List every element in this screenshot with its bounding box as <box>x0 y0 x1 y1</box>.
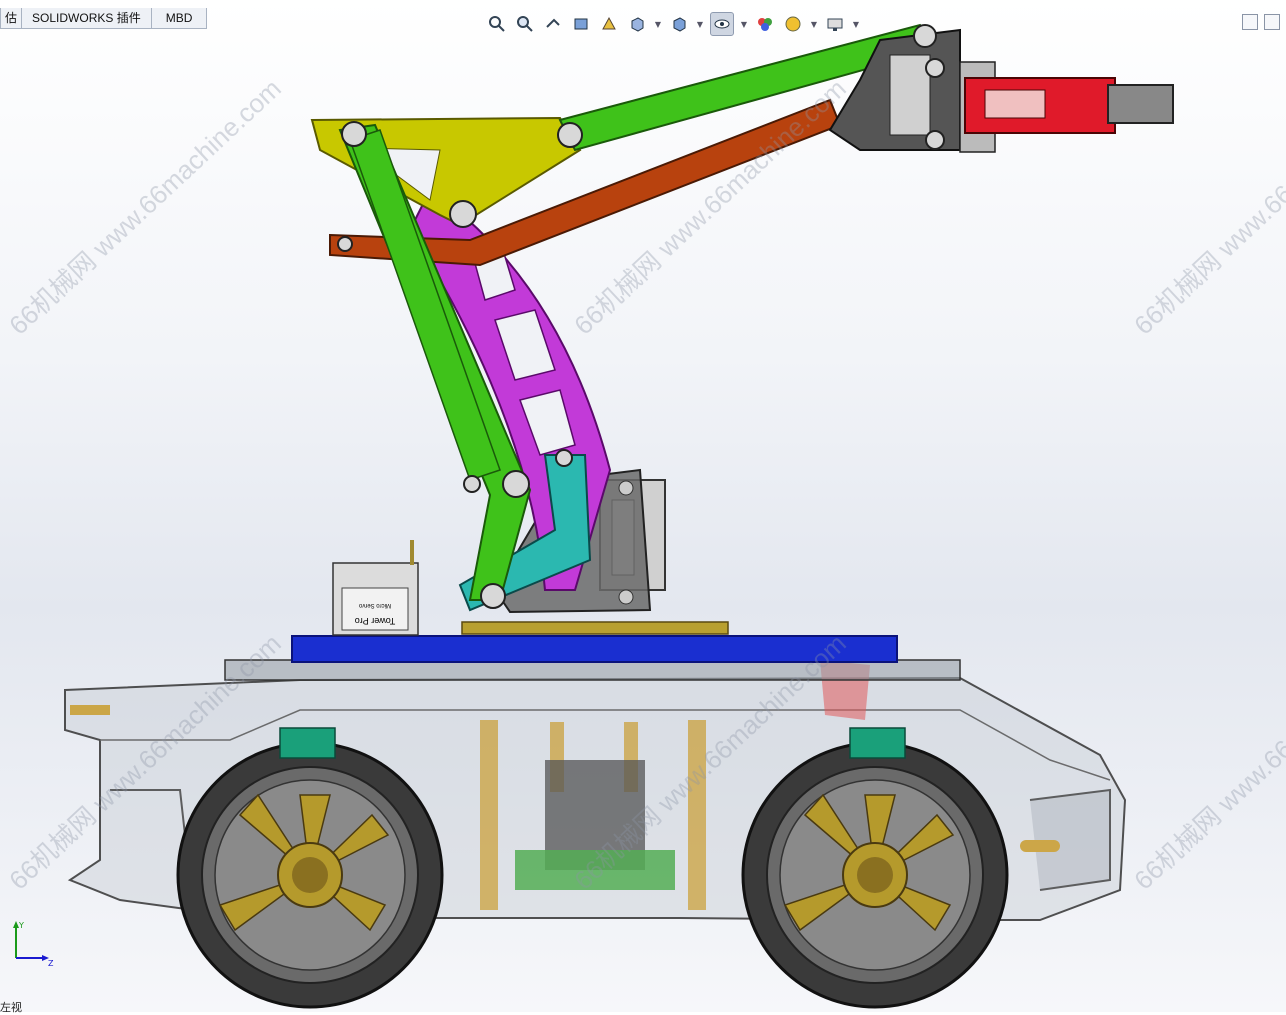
view-orientation-label: 左视 <box>0 1002 22 1014</box>
apply-scene-dropdown-icon[interactable]: ▼ <box>810 13 818 35</box>
display-style-dropdown-icon[interactable]: ▼ <box>696 13 704 35</box>
tab-evaluate[interactable]: 估 <box>0 8 23 29</box>
triad-z-label: Z <box>48 959 54 968</box>
tab-solidworks-addins[interactable]: SOLIDWORKS 插件 <box>21 8 152 29</box>
micro-servo: Tower Pro Micro Servo <box>332 540 419 636</box>
servo-label-line2: Micro Servo <box>358 602 391 608</box>
view-settings-dropdown-icon[interactable]: ▼ <box>852 13 860 35</box>
servo-label-line1: Tower Pro <box>355 616 396 626</box>
reference-triad: Y Z <box>13 921 54 968</box>
triad-y-label: Y <box>18 921 24 930</box>
hide-show-dropdown-icon[interactable]: ▼ <box>740 13 748 35</box>
motor-rear <box>279 727 336 759</box>
section-view-icon[interactable] <box>570 13 592 35</box>
previous-view-icon[interactable] <box>542 13 564 35</box>
gripper <box>828 28 1174 153</box>
hide-show-items-icon[interactable] <box>710 12 734 36</box>
wheel-front <box>741 741 1009 1009</box>
view-orientation-dropdown-icon[interactable]: ▼ <box>654 13 662 35</box>
command-manager-tabs: 估 SOLIDWORKS 插件 MBD <box>0 8 208 30</box>
wheel-rear <box>176 741 444 1009</box>
view-settings-icon[interactable] <box>824 13 846 35</box>
motor-front <box>849 727 906 759</box>
restore-window-icon[interactable] <box>1242 14 1258 30</box>
graphics-area[interactable]: Tower Pro Micro Servo 66机械网 www.66machin… <box>0 0 1286 1012</box>
zoom-area-icon[interactable] <box>514 13 536 35</box>
tab-mbd[interactable]: MBD <box>150 8 208 29</box>
view-orientation-icon[interactable] <box>626 13 648 35</box>
dynamic-annotation-icon[interactable] <box>598 13 620 35</box>
edit-appearance-icon[interactable] <box>754 13 776 35</box>
apply-scene-icon[interactable] <box>782 13 804 35</box>
viewport-window-controls <box>1242 14 1280 30</box>
display-style-icon[interactable] <box>668 13 690 35</box>
heads-up-view-toolbar: ▼ ▼ ▼ ▼ ▼ <box>486 8 860 40</box>
maximize-window-icon[interactable] <box>1264 14 1280 30</box>
zoom-to-fit-icon[interactable] <box>486 13 508 35</box>
